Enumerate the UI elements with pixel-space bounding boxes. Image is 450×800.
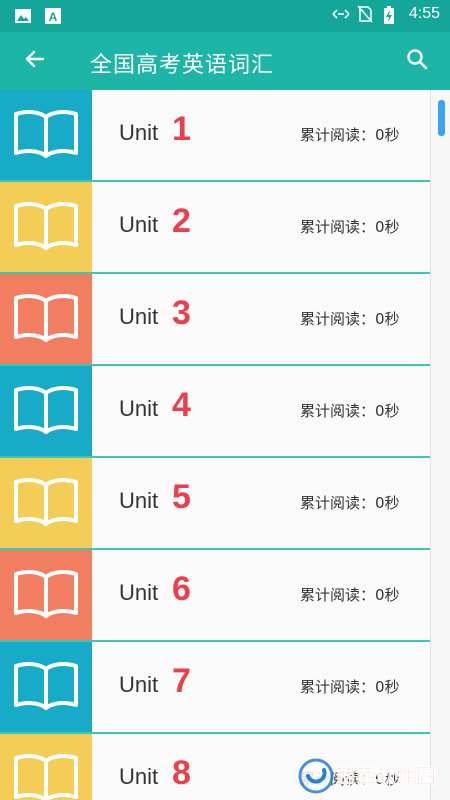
unit-list-item-6[interactable]: Unit 6 累计阅读：0秒 (0, 550, 430, 642)
open-book-icon (12, 565, 80, 625)
watermark-logo-icon (298, 758, 334, 794)
unit-list-item-1[interactable]: Unit 1 累计阅读：0秒 (0, 90, 430, 182)
unit-list-item-5[interactable]: Unit 5 累计阅读：0秒 (0, 458, 430, 550)
unit-number: 4 (172, 386, 191, 424)
unit-thumbnail (0, 366, 92, 456)
unit-list-item-2[interactable]: Unit 2 累计阅读：0秒 (0, 182, 430, 274)
scrollbar-thumb[interactable] (438, 100, 445, 136)
unit-thumbnail (0, 182, 92, 272)
status-time: 4:55 (408, 5, 440, 22)
a-letter-icon: A (44, 7, 62, 25)
reading-time-stat: 累计阅读：0秒 (300, 494, 400, 512)
unit-list[interactable]: Unit 1 累计阅读：0秒 Unit 2 累计阅读：0秒 Unit 3 累计阅… (0, 90, 430, 800)
unit-thumbnail (0, 274, 92, 364)
open-book-icon (12, 381, 80, 441)
open-book-icon (12, 657, 80, 717)
arrow-left-icon (23, 47, 47, 75)
unit-thumbnail (0, 458, 92, 548)
unit-thumbnail (0, 90, 92, 180)
unit-label: Unit (119, 580, 159, 605)
open-book-icon (12, 473, 80, 533)
unit-thumbnail (0, 550, 92, 640)
unit-list-item-7[interactable]: Unit 7 累计阅读：0秒 (0, 642, 430, 734)
reading-time-stat: 累计阅读：0秒 (300, 218, 400, 236)
unit-thumbnail (0, 734, 92, 800)
unit-number: 8 (172, 754, 191, 792)
watermark: 西西软件园 (296, 756, 444, 796)
unit-label: Unit (119, 212, 159, 237)
watermark-text: 西西软件园 (336, 764, 436, 788)
unit-number: 6 (172, 570, 191, 608)
reading-time-stat: 累计阅读：0秒 (300, 126, 400, 144)
unit-number: 5 (172, 478, 191, 516)
unit-label: Unit (119, 304, 159, 329)
scrollbar-track[interactable] (430, 90, 450, 800)
image-icon (14, 7, 32, 25)
open-book-icon (12, 749, 80, 800)
open-book-icon (12, 289, 80, 349)
open-book-icon (12, 105, 80, 165)
unit-number: 1 (172, 110, 191, 148)
reading-time-stat: 累计阅读：0秒 (300, 310, 400, 328)
unit-label: Unit (119, 764, 159, 789)
unit-label: Unit (119, 672, 159, 697)
reading-time-stat: 累计阅读：0秒 (300, 586, 400, 604)
back-button[interactable] (20, 46, 50, 76)
app-bar: 全国高考英语词汇 (0, 32, 450, 90)
battery-charging-icon (383, 5, 401, 24)
status-bar: A 4:55 (0, 0, 450, 32)
unit-label: Unit (119, 488, 159, 513)
unit-list-item-3[interactable]: Unit 3 累计阅读：0秒 (0, 274, 430, 366)
search-button[interactable] (402, 46, 432, 76)
no-sim-icon (357, 5, 375, 23)
unit-number: 2 (172, 202, 191, 240)
search-icon (405, 47, 429, 75)
svg-text:A: A (49, 10, 58, 24)
page-title: 全国高考英语词汇 (90, 53, 275, 78)
data-transfer-icon (331, 5, 350, 23)
reading-time-stat: 累计阅读：0秒 (300, 678, 400, 696)
unit-number: 3 (172, 294, 191, 332)
unit-thumbnail (0, 642, 92, 732)
unit-label: Unit (119, 396, 159, 421)
reading-time-stat: 累计阅读：0秒 (300, 402, 400, 420)
unit-list-item-4[interactable]: Unit 4 累计阅读：0秒 (0, 366, 430, 458)
unit-number: 7 (172, 662, 191, 700)
open-book-icon (12, 197, 80, 257)
unit-label: Unit (119, 120, 159, 145)
